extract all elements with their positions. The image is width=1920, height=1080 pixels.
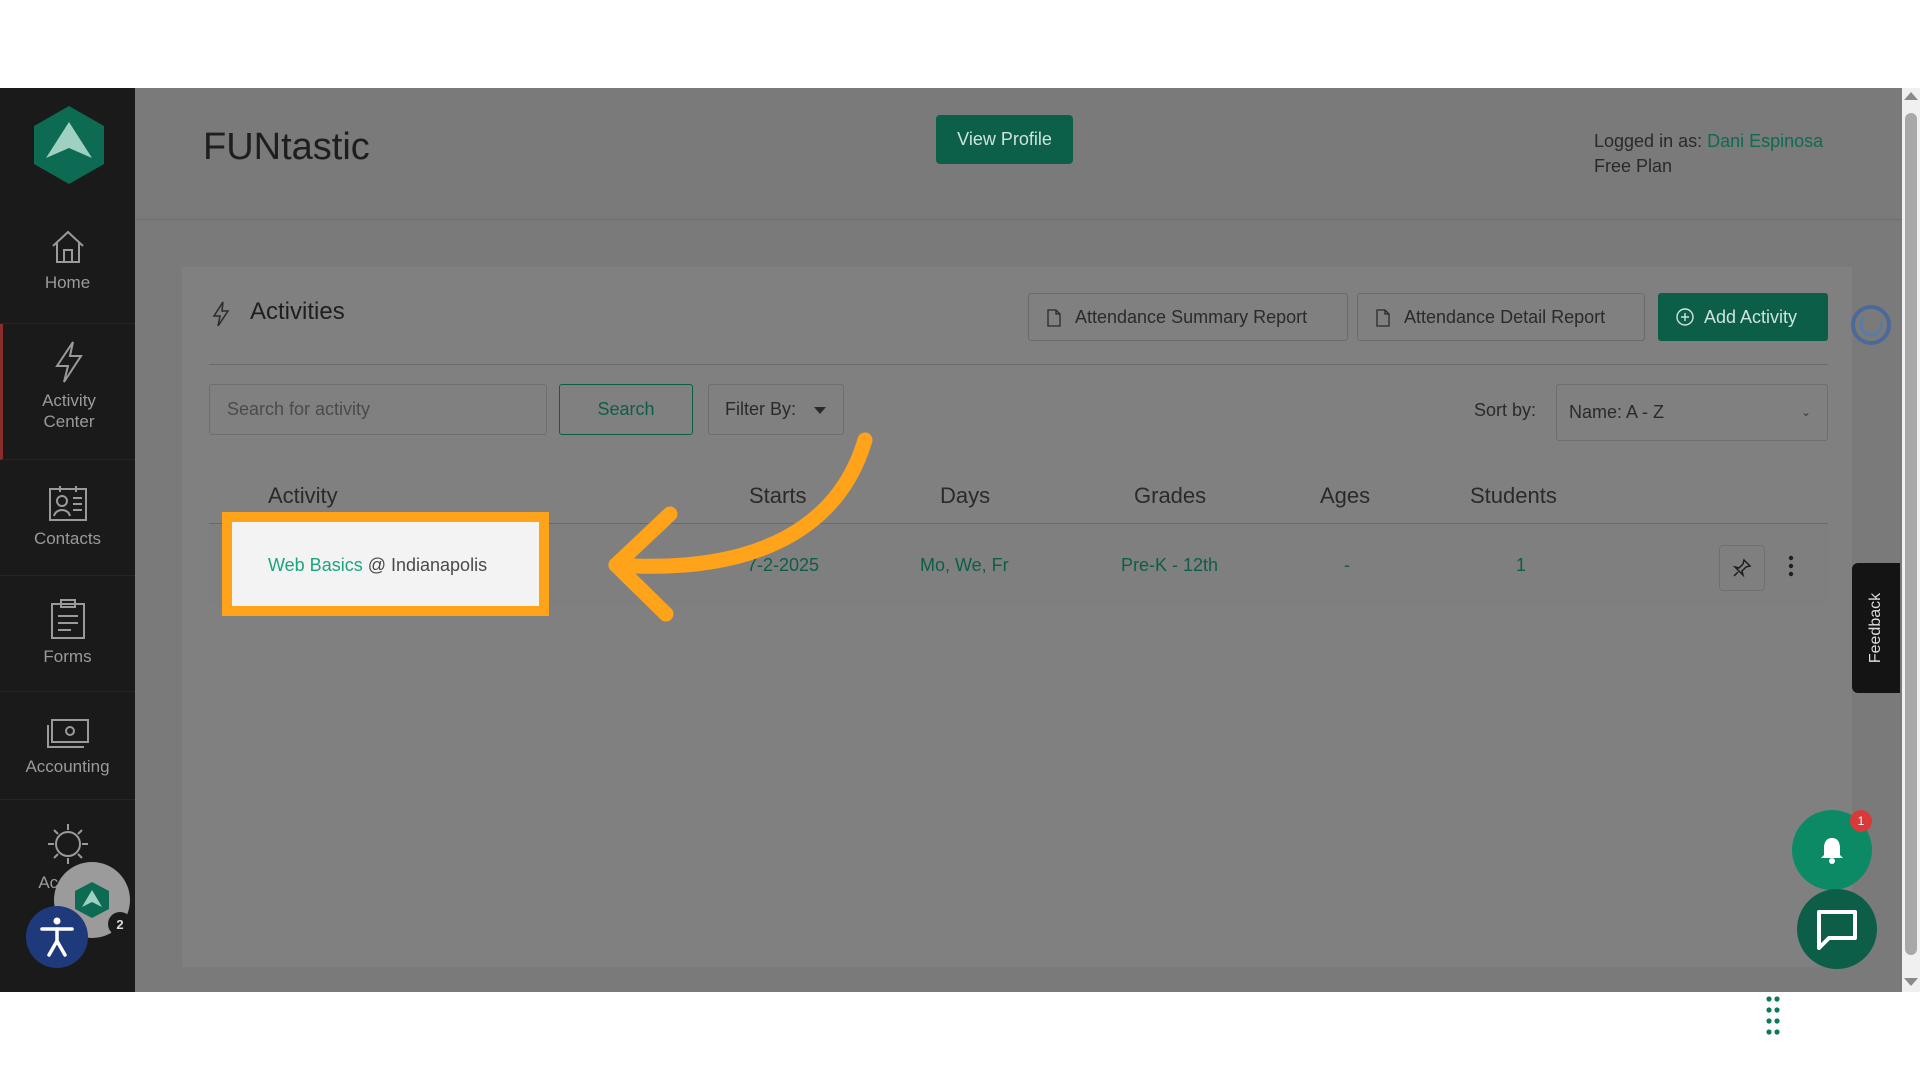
sidebar-item-forms[interactable]: Forms bbox=[0, 576, 135, 692]
drag-handle-icon[interactable] bbox=[1765, 995, 1781, 1039]
bolt-icon bbox=[212, 301, 230, 327]
cell-ages: - bbox=[1344, 555, 1350, 575]
sidebar-item-label: Forms bbox=[43, 647, 92, 666]
attendance-detail-report-button[interactable]: Attendance Detail Report bbox=[1357, 293, 1645, 341]
gear-icon bbox=[47, 824, 88, 864]
activity-cell: Web Basics @ Indianapolis bbox=[268, 555, 487, 576]
column-header-students[interactable]: Students bbox=[1470, 483, 1557, 509]
column-header-grades[interactable]: Grades bbox=[1134, 483, 1206, 509]
attendance-summary-report-button[interactable]: Attendance Summary Report bbox=[1028, 293, 1348, 341]
cell-students[interactable]: 1 bbox=[1516, 555, 1526, 576]
notification-count-badge: 1 bbox=[1850, 810, 1872, 832]
activity-location: @ Indianapolis bbox=[367, 555, 488, 575]
sort-label: Sort by: bbox=[1474, 400, 1537, 420]
logged-in-prefix: Logged in as: bbox=[1594, 131, 1703, 151]
filter-dropdown[interactable]: Filter By: bbox=[708, 384, 844, 435]
sidebar: Home Activity Center Contacts Forms Acco bbox=[0, 88, 135, 992]
pin-button[interactable] bbox=[1719, 545, 1765, 591]
feedback-label: Feedback bbox=[1867, 592, 1885, 664]
accessibility-button[interactable] bbox=[26, 906, 88, 968]
cell-days: Mo, We, Fr bbox=[920, 555, 1009, 575]
attendance-summary-label: Attendance Summary Report bbox=[1075, 306, 1308, 327]
caret-down-icon bbox=[814, 407, 826, 414]
accessibility-icon bbox=[40, 917, 74, 957]
activity-name-link[interactable]: Web Basics bbox=[268, 555, 363, 575]
sidebar-item-label: Home bbox=[44, 273, 91, 292]
view-profile-button[interactable]: View Profile bbox=[936, 115, 1073, 164]
page-title: FUNtastic bbox=[203, 126, 370, 168]
document-icon bbox=[1376, 309, 1390, 327]
search-button[interactable]: Search bbox=[559, 384, 693, 435]
sidebar-item-label: Activity Center bbox=[42, 391, 96, 431]
scroll-up-icon[interactable] bbox=[1904, 92, 1918, 100]
scrollbar-thumb[interactable] bbox=[1905, 113, 1917, 955]
home-icon bbox=[51, 230, 84, 263]
chat-icon bbox=[1817, 910, 1857, 950]
avatar-badge: 2 bbox=[108, 912, 132, 936]
sidebar-item-label: Accounting bbox=[25, 757, 110, 776]
filter-label: Filter By: bbox=[725, 399, 797, 419]
login-info: Logged in as: Dani Espinosa Free Plan bbox=[1594, 129, 1823, 179]
contacts-icon bbox=[48, 486, 87, 521]
sidebar-item-accounting[interactable]: Accounting bbox=[0, 692, 135, 800]
search-input[interactable] bbox=[209, 384, 547, 435]
more-options-icon[interactable] bbox=[1788, 555, 1794, 577]
column-header-activity[interactable]: Activity bbox=[268, 483, 338, 509]
sidebar-item-contacts[interactable]: Contacts bbox=[0, 460, 135, 576]
document-icon bbox=[1047, 309, 1061, 327]
column-header-days[interactable]: Days bbox=[940, 483, 990, 509]
sidebar-item-activity-center[interactable]: Activity Center bbox=[0, 324, 135, 460]
card-divider bbox=[209, 364, 1828, 365]
clipboard-icon bbox=[50, 599, 85, 639]
scroll-down-icon[interactable] bbox=[1904, 978, 1918, 986]
annotation-arrow-icon bbox=[608, 432, 873, 622]
chevron-down-icon: ⌄ bbox=[1800, 405, 1811, 419]
attendance-detail-label: Attendance Detail Report bbox=[1404, 306, 1606, 327]
bolt-icon bbox=[55, 341, 83, 383]
activities-title: Activities bbox=[250, 298, 345, 325]
chat-button[interactable] bbox=[1797, 889, 1877, 969]
cell-grades: Pre-K - 12th bbox=[1121, 555, 1219, 575]
app-logo[interactable] bbox=[34, 106, 104, 184]
cash-icon bbox=[46, 719, 89, 748]
loading-spinner-icon bbox=[1851, 305, 1891, 345]
bell-icon bbox=[1821, 838, 1843, 864]
sidebar-item-home[interactable]: Home bbox=[0, 228, 135, 324]
add-activity-label: Add Activity bbox=[1704, 306, 1798, 327]
sidebar-item-label: Contacts bbox=[33, 529, 102, 548]
plan-label: Free Plan bbox=[1594, 156, 1673, 176]
feedback-tab[interactable]: Feedback bbox=[1852, 563, 1900, 693]
sort-value: Name: A - Z bbox=[1569, 402, 1665, 422]
header-divider bbox=[135, 219, 1905, 220]
pin-icon bbox=[1732, 558, 1752, 578]
user-name-link[interactable]: Dani Espinosa bbox=[1707, 131, 1823, 151]
activities-card: Activities Attendance Summary Report Att… bbox=[182, 267, 1891, 967]
plus-circle-icon bbox=[1676, 308, 1694, 326]
add-activity-button[interactable]: Add Activity bbox=[1658, 293, 1828, 341]
column-header-ages[interactable]: Ages bbox=[1320, 483, 1370, 509]
sort-select[interactable]: Name: A - Z ⌄ bbox=[1556, 384, 1828, 441]
